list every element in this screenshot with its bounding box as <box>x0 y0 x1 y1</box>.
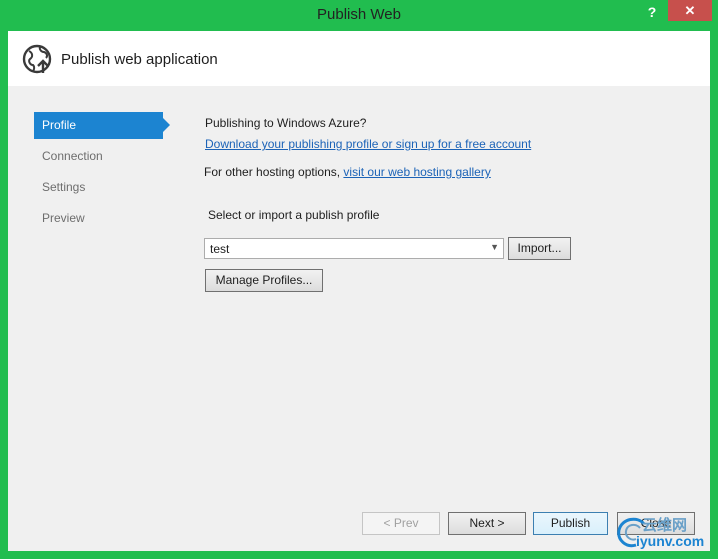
page-title: Publish web application <box>61 51 218 68</box>
publish-button[interactable]: Publish <box>533 512 608 535</box>
globe-publish-icon <box>22 44 52 74</box>
profile-select-value: test <box>210 242 230 256</box>
manage-profiles-button[interactable]: Manage Profiles... <box>205 269 323 292</box>
sidebar-item-profile[interactable]: Profile <box>34 112 170 139</box>
watermark-en-text: iyunv.com <box>636 533 705 549</box>
content-area: Profile Connection Settings Preview Publ… <box>8 86 710 551</box>
wizard-steps-nav: Profile Connection Settings Preview <box>34 112 178 236</box>
next-button[interactable]: Next > <box>448 512 526 535</box>
profile-select[interactable]: test ▼ <box>204 238 504 259</box>
hosting-prefix: For other hosting options, <box>204 165 344 179</box>
window-close-button[interactable]: ✕ <box>668 0 712 21</box>
download-profile-link[interactable]: Download your publishing profile or sign… <box>205 137 531 151</box>
chevron-down-icon[interactable]: ▼ <box>490 242 499 252</box>
prev-button[interactable]: < Prev <box>362 512 440 535</box>
header-panel: Publish web application <box>8 31 710 86</box>
import-button[interactable]: Import... <box>508 237 571 260</box>
sidebar-item-preview[interactable]: Preview <box>34 205 178 232</box>
watermark-cn-text: 云维网 <box>642 517 688 534</box>
help-button[interactable]: ? <box>640 2 664 22</box>
hosting-gallery-link[interactable]: visit our web hosting gallery <box>343 165 490 179</box>
hosting-options-text: For other hosting options, visit our web… <box>204 165 491 179</box>
sidebar-item-settings[interactable]: Settings <box>34 174 178 201</box>
title-bar[interactable]: Publish Web ? ✕ <box>0 0 718 30</box>
publish-web-dialog: Publish Web ? ✕ Publish web application … <box>0 0 718 559</box>
select-profile-label: Select or import a publish profile <box>208 208 380 222</box>
sidebar-item-connection[interactable]: Connection <box>34 143 178 170</box>
azure-question: Publishing to Windows Azure? <box>205 116 367 130</box>
window-title: Publish Web <box>317 6 401 23</box>
watermark: 云维网 iyunv.com <box>610 512 710 552</box>
